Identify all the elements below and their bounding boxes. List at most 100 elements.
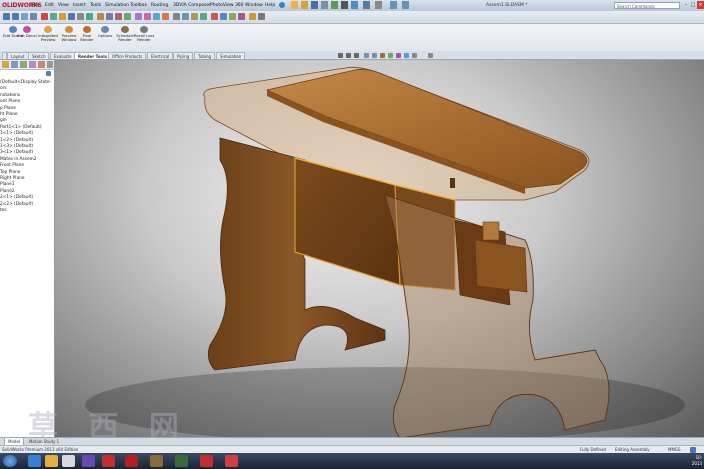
tab-layout[interactable]: Layout xyxy=(7,52,29,59)
menu-tools[interactable]: Tools xyxy=(90,1,101,10)
menu-file[interactable]: File xyxy=(32,1,40,10)
play-icon[interactable] xyxy=(50,13,57,20)
measure-icon[interactable] xyxy=(124,13,131,20)
previous-view-icon[interactable] xyxy=(354,53,359,58)
app-icon[interactable] xyxy=(225,455,238,467)
edit-decal-button[interactable]: Edit Decal xyxy=(16,26,38,50)
check-icon[interactable] xyxy=(86,13,93,20)
options-gear-icon[interactable] xyxy=(375,1,382,9)
scene-toolbar-icon[interactable] xyxy=(153,13,160,20)
routing-icon[interactable] xyxy=(229,13,236,20)
edit-appearance-icon[interactable] xyxy=(396,53,401,58)
composer-icon[interactable] xyxy=(238,13,245,20)
component-icon[interactable] xyxy=(21,13,28,20)
solidworks-taskbar-icon[interactable] xyxy=(102,455,115,467)
explode-icon[interactable] xyxy=(97,13,104,20)
tree-node-mates[interactable]: tes xyxy=(0,208,7,214)
image-viewer-icon[interactable] xyxy=(150,455,163,467)
tab-evaluate[interactable]: Evaluate xyxy=(50,52,76,59)
view-orientation-icon[interactable] xyxy=(182,13,189,20)
menu-toolbox[interactable]: Toolbox xyxy=(130,1,147,10)
menu-routing[interactable]: Routing xyxy=(151,1,168,10)
mate-icon[interactable] xyxy=(12,13,19,20)
move-component-icon[interactable] xyxy=(30,13,37,20)
pdf-icon[interactable] xyxy=(125,455,138,467)
file-properties-icon[interactable] xyxy=(363,1,370,9)
interference-icon[interactable] xyxy=(115,13,122,20)
display-manager-tab-icon[interactable] xyxy=(38,61,45,68)
menu-photoview[interactable]: PhotoView 360 xyxy=(210,1,244,10)
menu-window[interactable]: Window xyxy=(245,1,263,10)
pin-icon[interactable] xyxy=(279,2,285,8)
explorer-icon[interactable] xyxy=(45,455,58,467)
ie-icon[interactable] xyxy=(28,455,41,467)
start-button-icon[interactable] xyxy=(3,455,17,467)
help-icon[interactable] xyxy=(390,1,397,9)
graphics-viewport[interactable] xyxy=(55,60,704,437)
camera-icon[interactable] xyxy=(68,13,75,20)
simulation-icon[interactable] xyxy=(211,13,218,20)
print-icon[interactable] xyxy=(321,1,328,9)
section-icon[interactable] xyxy=(364,53,369,58)
system-clock[interactable]: 10: 2013 xyxy=(678,455,702,467)
app-icon[interactable] xyxy=(200,455,213,467)
app-icon[interactable] xyxy=(82,455,95,467)
filter-icon[interactable] xyxy=(46,71,51,76)
smart-dimension-icon[interactable] xyxy=(3,13,10,20)
feature-manager-tab-icon[interactable] xyxy=(2,61,9,68)
tree-node-assembly[interactable]: (Default<Display State- xyxy=(0,80,51,86)
lightbulb-icon[interactable] xyxy=(59,13,66,20)
menu-help[interactable]: Help xyxy=(265,1,275,10)
tab-office-products[interactable]: Office Products xyxy=(108,52,147,59)
view-orientation-icon[interactable] xyxy=(372,53,377,58)
assembly-icon[interactable] xyxy=(106,13,113,20)
zoom-fit-icon[interactable] xyxy=(338,53,343,58)
tab-electrical[interactable]: Electrical xyxy=(147,52,174,59)
photoview-icon[interactable] xyxy=(249,13,256,20)
tab-tubing[interactable]: Tubing xyxy=(194,52,216,59)
search-input[interactable]: Search Commands xyxy=(614,2,680,9)
view-settings-icon[interactable] xyxy=(412,53,417,58)
tab-simulation[interactable]: Simulation xyxy=(216,52,246,59)
hide-show-items-icon[interactable] xyxy=(388,53,393,58)
save-icon[interactable] xyxy=(311,1,318,9)
select-icon[interactable] xyxy=(341,1,348,9)
menu-view[interactable]: View xyxy=(58,1,69,10)
tab-render-tools[interactable]: Render Tools xyxy=(74,52,112,59)
toolbar-more-icon[interactable] xyxy=(258,13,265,20)
render-toolbar-icon[interactable] xyxy=(162,13,169,20)
menu-simulation[interactable]: Simulation xyxy=(105,1,129,10)
tree-scroll-arrow-icon[interactable] xyxy=(47,61,53,68)
undo-icon[interactable] xyxy=(331,1,338,9)
hide-show-icon[interactable] xyxy=(200,13,207,20)
recall-last-render-button[interactable]: Recall Last Render xyxy=(133,26,155,50)
minimize-button[interactable]: – xyxy=(683,1,689,9)
appearance-icon[interactable] xyxy=(135,13,142,20)
display-style-icon[interactable] xyxy=(380,53,385,58)
expand-icon[interactable] xyxy=(402,1,409,9)
menu-insert[interactable]: Insert xyxy=(73,1,86,10)
toolbox-icon[interactable] xyxy=(220,13,227,20)
decal-toolbar-icon[interactable] xyxy=(144,13,151,20)
property-manager-tab-icon[interactable] xyxy=(11,61,18,68)
new-file-icon[interactable] xyxy=(291,1,298,9)
stop-icon[interactable] xyxy=(41,13,48,20)
open-folder-icon[interactable] xyxy=(301,1,308,9)
apply-scene-icon[interactable] xyxy=(404,53,409,58)
tab-piping[interactable]: Piping xyxy=(173,52,194,59)
menu-edit[interactable]: Edit xyxy=(45,1,54,10)
close-button[interactable]: × xyxy=(697,1,704,9)
display-style-icon[interactable] xyxy=(191,13,198,20)
rebuild-icon[interactable] xyxy=(351,1,358,9)
dimxpert-tab-icon[interactable] xyxy=(29,61,36,68)
tab-sketch[interactable]: Sketch xyxy=(28,52,50,59)
menu-3dvia-composer[interactable]: 3DVIA Composer xyxy=(173,1,211,10)
zoom-area-icon[interactable] xyxy=(346,53,351,58)
grid-icon[interactable] xyxy=(77,13,84,20)
app-icon[interactable] xyxy=(175,455,188,467)
maximize-button[interactable]: □ xyxy=(690,1,696,9)
realview-icon[interactable] xyxy=(428,53,433,58)
section-view-icon[interactable] xyxy=(173,13,180,20)
stool-model[interactable] xyxy=(55,60,704,437)
integrated-preview-button[interactable]: Integrated Preview xyxy=(36,26,60,50)
